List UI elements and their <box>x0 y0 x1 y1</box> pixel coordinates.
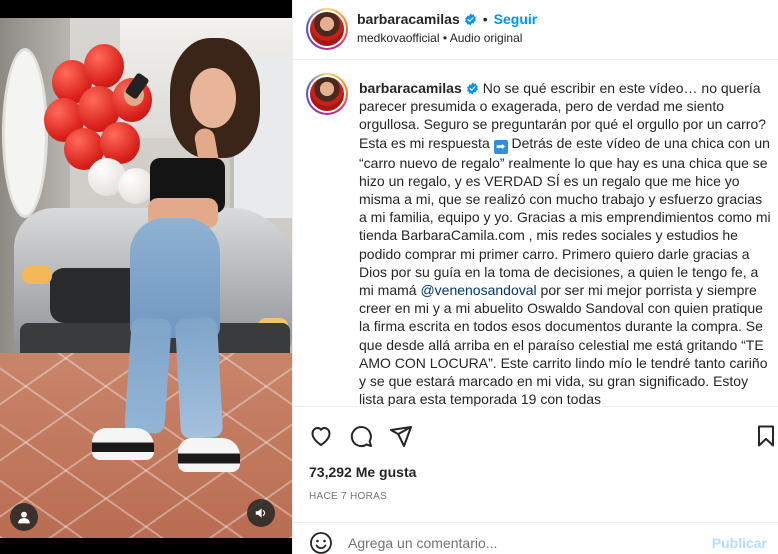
person-face <box>190 68 236 128</box>
user-icon <box>18 511 30 524</box>
mention-link[interactable]: @venenosandoval <box>420 282 536 298</box>
likes-count[interactable]: 73,292 Me gusta <box>309 464 416 480</box>
right-arrow-emoji: ➡ <box>493 139 508 154</box>
publish-button[interactable]: Publicar <box>712 535 767 551</box>
comment-icon[interactable] <box>349 424 373 448</box>
share-icon[interactable] <box>389 424 413 448</box>
post-details-panel: barbaracamilas • Seguir medkovaofficial … <box>292 0 778 554</box>
author-username[interactable]: barbaracamilas <box>357 11 460 27</box>
sneaker-right <box>178 438 240 472</box>
caption-username[interactable]: barbaracamilas <box>359 80 462 96</box>
car-headlight-left <box>22 266 52 284</box>
sneaker-left <box>92 428 154 460</box>
post-timestamp: HACE 7 HORAS <box>309 491 388 502</box>
person-leg-left <box>124 316 172 435</box>
header-title-row: barbaracamilas • Seguir <box>357 10 537 28</box>
add-comment-bar: Publicar <box>293 522 778 554</box>
post-actions: 73,292 Me gusta HACE 7 HORAS <box>293 406 778 536</box>
caption-text-part2: Detrás de este vídeo de una chica con un… <box>359 134 771 299</box>
caption-text-part3: por ser mi mejor porrista y siempre cree… <box>359 282 768 406</box>
avatar-image <box>310 12 344 46</box>
caption-author-avatar[interactable] <box>306 73 348 115</box>
audio-attribution[interactable]: medkovaofficial • Audio original <box>357 31 522 45</box>
caption-section: barbaracamilas No se qué escribir en est… <box>293 61 778 406</box>
audio-toggle-button[interactable] <box>247 499 275 527</box>
red-balloon <box>84 44 124 88</box>
verified-icon <box>466 82 478 95</box>
post-header: barbaracamilas • Seguir medkovaofficial … <box>293 0 778 60</box>
person-leg-right <box>174 316 224 440</box>
heart-icon[interactable] <box>309 424 333 448</box>
verified-icon <box>464 13 476 25</box>
post-caption: barbaracamilas No se qué escribir en est… <box>359 79 771 406</box>
bookmark-icon[interactable] <box>754 424 778 448</box>
follow-button[interactable]: Seguir <box>494 11 538 27</box>
video-frame <box>0 18 292 538</box>
post-media[interactable] <box>0 0 292 554</box>
oval-mirror <box>2 48 48 218</box>
emoji-icon[interactable] <box>309 531 333 554</box>
author-avatar[interactable] <box>306 8 348 50</box>
comment-input[interactable] <box>348 532 688 554</box>
tagged-users-button[interactable] <box>10 503 38 531</box>
speaker-icon <box>255 508 266 518</box>
white-balloon <box>118 168 154 204</box>
separator-dot: • <box>482 11 488 27</box>
avatar-image <box>310 77 344 111</box>
